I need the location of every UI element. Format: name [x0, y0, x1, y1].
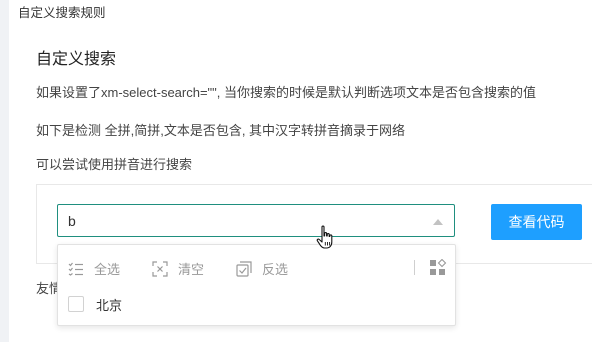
background-filler — [458, 268, 592, 308]
option-beijing[interactable]: 北京 — [68, 294, 122, 314]
grid-icon[interactable] — [429, 258, 447, 282]
description-line-2: 如下是检测 全拼,简拼,文本是否包含, 其中汉字转拼音摘录于网络 — [36, 123, 406, 138]
description-line-1: 如果设置了xm-select-search="", 当你搜索的时候是默认判断选项… — [36, 85, 537, 100]
left-strip — [0, 0, 9, 342]
select-all-label: 全选 — [94, 262, 121, 277]
search-select[interactable]: b — [57, 204, 455, 237]
option-checkbox[interactable] — [68, 296, 84, 312]
list-check-icon — [68, 262, 83, 276]
caret-up-icon[interactable] — [433, 219, 443, 225]
hand-pointer-icon — [316, 225, 333, 249]
toolbar-divider — [414, 260, 415, 275]
invert-check-icon — [236, 260, 252, 277]
select-dropdown: 全选 清空 反选 北京 — [57, 244, 456, 326]
invert-label: 反选 — [262, 262, 289, 277]
view-code-button[interactable]: 查看代码 — [491, 204, 582, 240]
invert-button[interactable]: 反选 — [236, 259, 288, 278]
page-heading: 自定义搜索规则 — [18, 6, 106, 20]
clear-icon — [152, 260, 168, 277]
select-all-button[interactable]: 全选 — [68, 259, 120, 278]
description-line-3: 可以尝试使用拼音进行搜索 — [36, 157, 193, 172]
dropdown-toolbar: 全选 清空 反选 — [58, 245, 455, 289]
section-title: 自定义搜索 — [36, 51, 117, 68]
clear-button[interactable]: 清空 — [152, 259, 204, 278]
option-label: 北京 — [96, 297, 123, 313]
select-input-value[interactable]: b — [68, 213, 76, 229]
clear-label: 清空 — [178, 262, 205, 277]
